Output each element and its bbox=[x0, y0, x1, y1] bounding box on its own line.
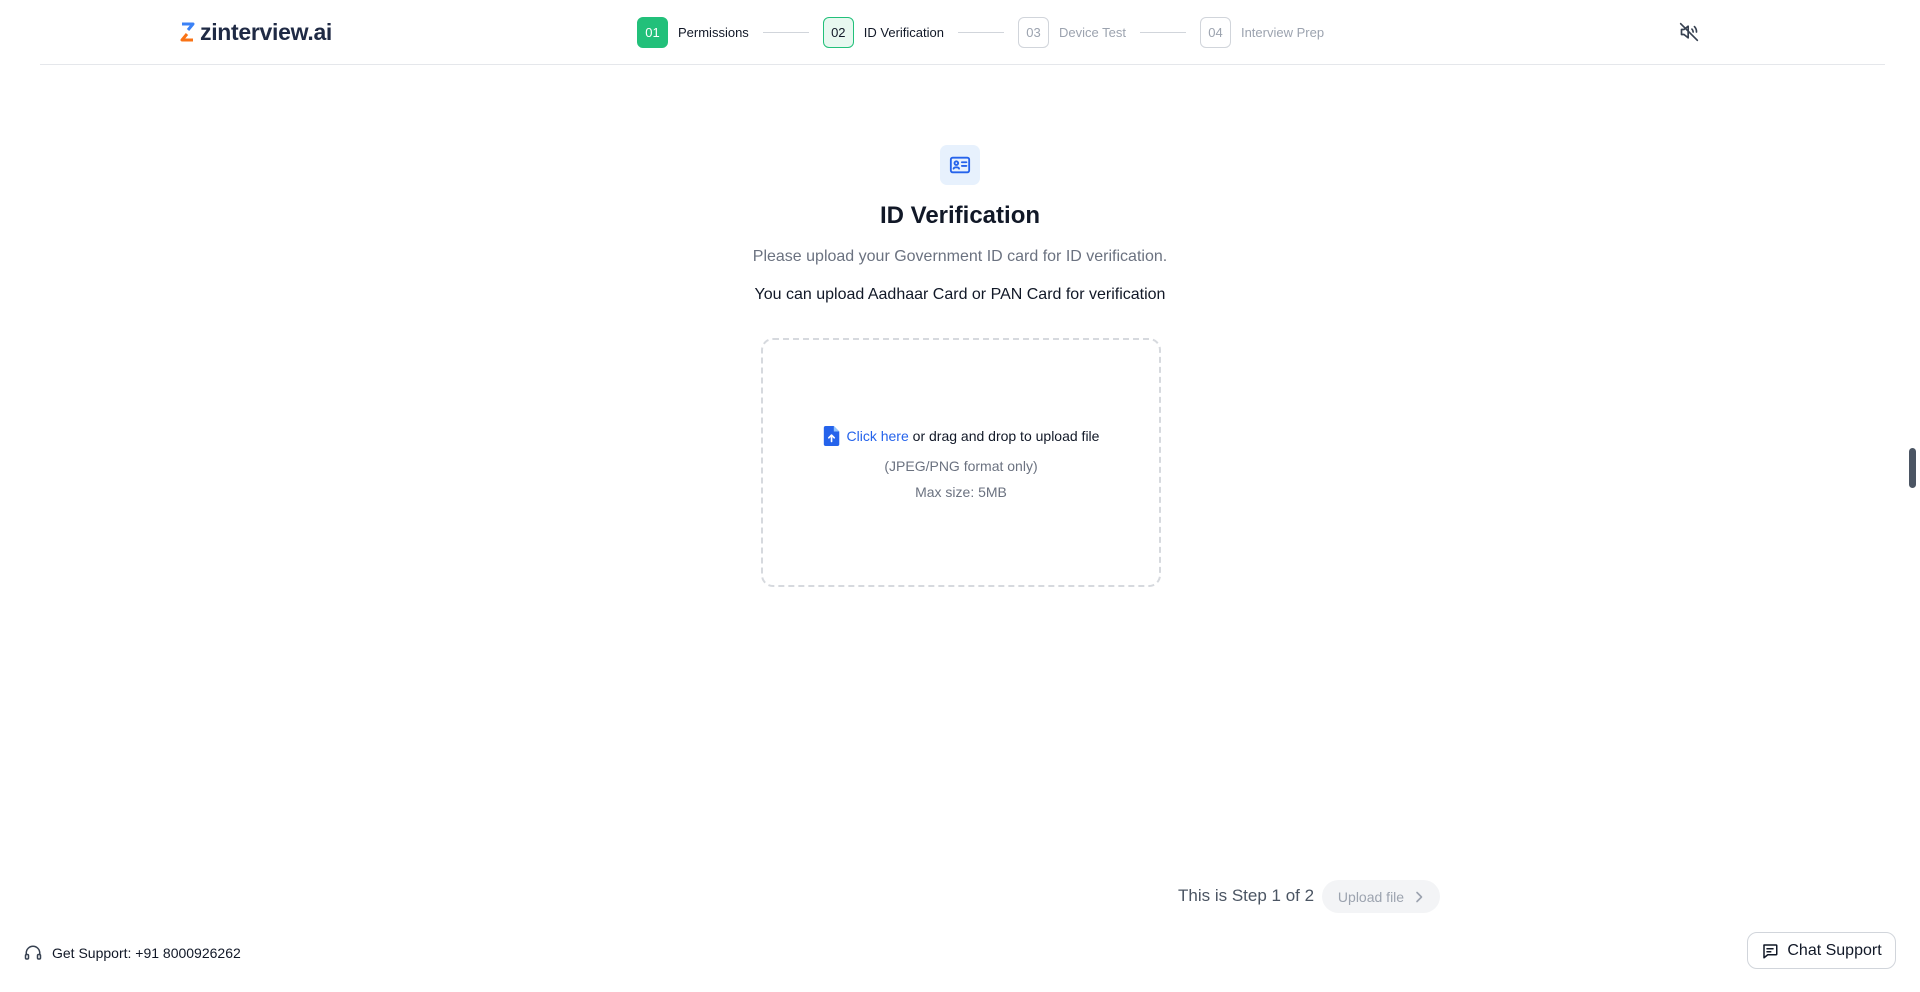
id-icon-container bbox=[940, 145, 980, 185]
step-label: Device Test bbox=[1059, 24, 1126, 40]
step-label: ID Verification bbox=[863, 24, 944, 40]
id-verification-section: ID Verification Please upload your Gover… bbox=[0, 145, 1920, 304]
format-hint: (JPEG/PNG format only) bbox=[884, 457, 1038, 474]
scrollbar-thumb[interactable] bbox=[1909, 448, 1916, 488]
logo-mark-icon bbox=[180, 22, 195, 42]
step-connector bbox=[762, 31, 809, 33]
step-label: Interview Prep bbox=[1240, 24, 1325, 40]
chat-icon bbox=[1763, 943, 1778, 958]
step-connector bbox=[958, 31, 1004, 33]
support-text: Get Support: +91 8000926262 bbox=[52, 945, 241, 961]
step-number: 04 bbox=[1199, 16, 1231, 48]
accepted-documents-note: You can upload Aadhaar Card or PAN Card … bbox=[754, 286, 1166, 303]
upload-button-label: Upload file bbox=[1337, 888, 1405, 905]
brand-name: zinterview.ai bbox=[200, 18, 333, 45]
file-upload-icon bbox=[823, 425, 839, 446]
file-dropzone[interactable]: Click here or drag and drop to upload fi… bbox=[761, 338, 1161, 587]
step-number: 02 bbox=[822, 16, 854, 48]
page-subtitle: Please upload your Government ID card fo… bbox=[752, 248, 1168, 265]
volume-off-icon bbox=[1679, 22, 1699, 42]
step-connector bbox=[1139, 31, 1186, 33]
chat-button-label: Chat Support bbox=[1787, 941, 1882, 959]
support-contact: Get Support: +91 8000926262 bbox=[24, 944, 241, 962]
brand-logo[interactable]: zinterview.ai bbox=[179, 18, 332, 46]
page: zinterview.ai 01 Permissions 02 ID Verif… bbox=[0, 0, 1920, 992]
id-card-icon bbox=[949, 156, 971, 174]
step-number: 03 bbox=[1018, 16, 1049, 48]
size-hint: Max size: 5MB bbox=[915, 483, 1007, 500]
step-label: Permissions bbox=[678, 24, 749, 40]
step-interview-prep: 04 Interview Prep bbox=[1199, 16, 1325, 48]
step-device-test: 03 Device Test bbox=[1018, 16, 1126, 48]
dropzone-text: or drag and drop to upload file bbox=[908, 427, 1100, 444]
step-progress-text: This is Step 1 of 2 bbox=[1178, 886, 1315, 905]
upload-file-button[interactable]: Upload file bbox=[1322, 880, 1440, 913]
step-number: 01 bbox=[637, 16, 668, 48]
chevron-right-icon bbox=[1416, 891, 1423, 902]
page-title: ID Verification bbox=[879, 202, 1041, 229]
progress-stepper: 01 Permissions 02 ID Verification 03 Dev… bbox=[637, 16, 1324, 48]
step-permissions: 01 Permissions bbox=[637, 16, 749, 48]
step-id-verification: 02 ID Verification bbox=[822, 16, 944, 48]
dropzone-instruction: Click here or drag and drop to upload fi… bbox=[823, 425, 1100, 446]
mute-toggle-button[interactable] bbox=[1677, 20, 1701, 44]
chat-support-button[interactable]: Chat Support bbox=[1747, 932, 1896, 969]
click-here-link[interactable]: Click here bbox=[847, 428, 909, 444]
headset-icon bbox=[24, 945, 42, 960]
